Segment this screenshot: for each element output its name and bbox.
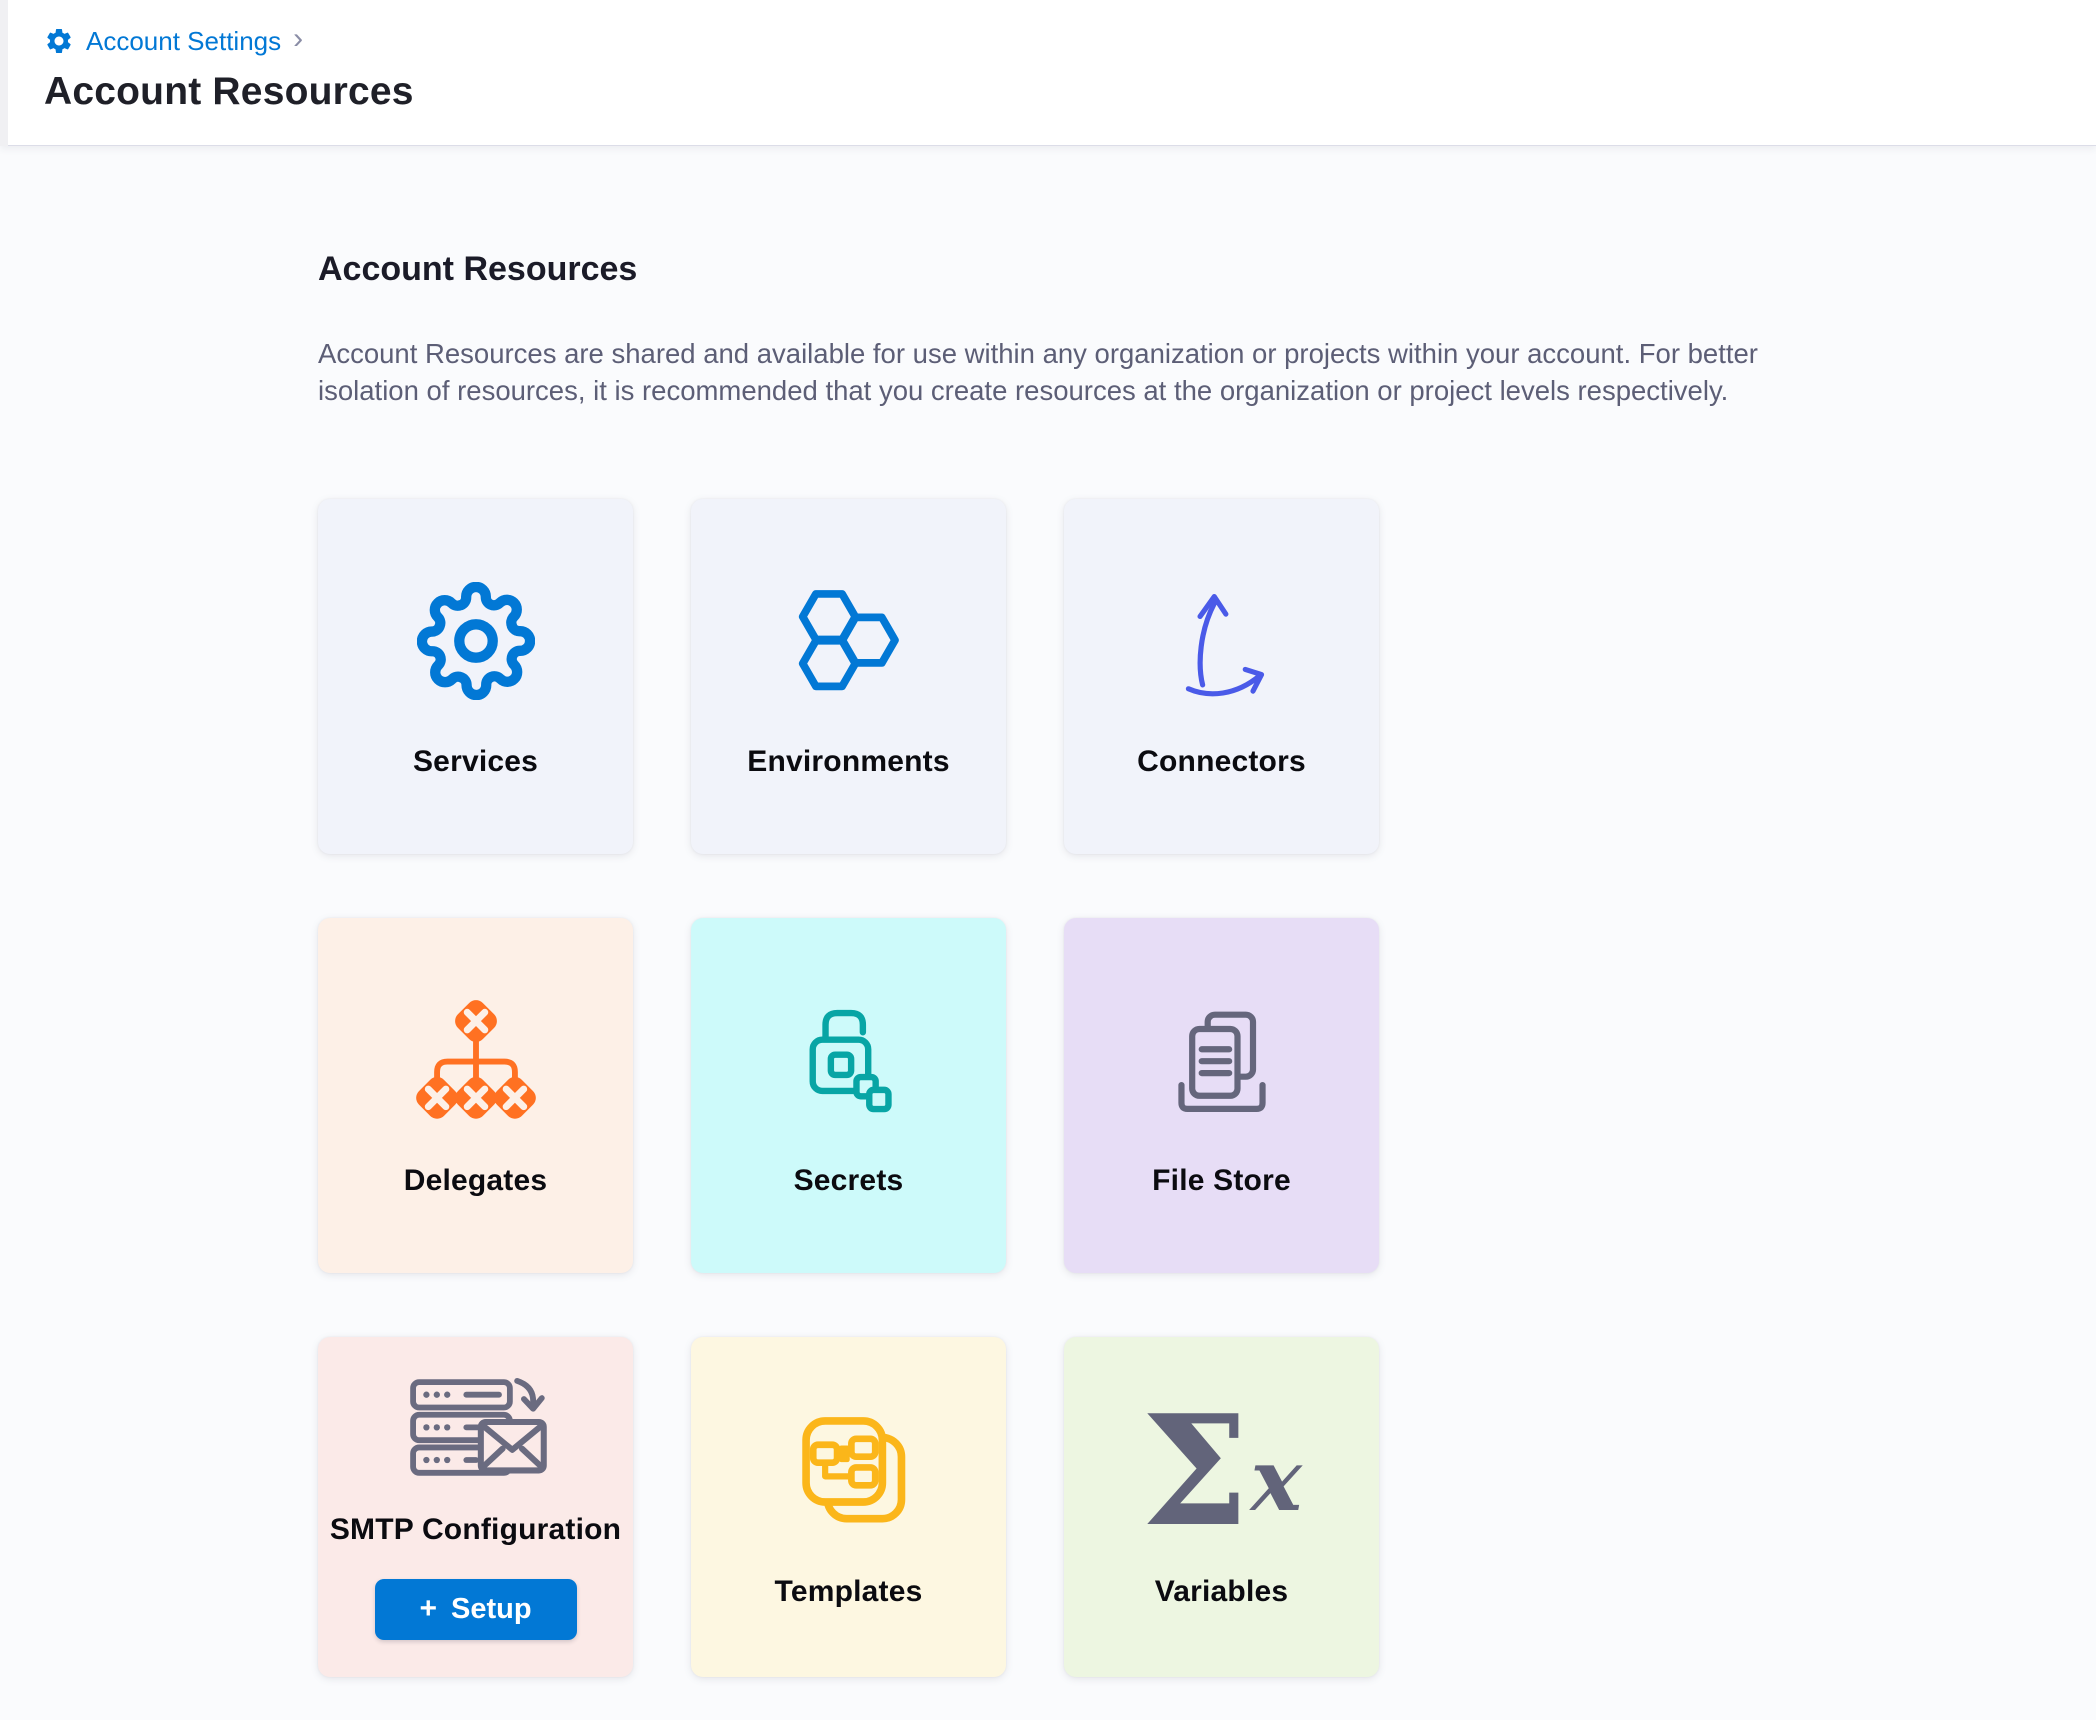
plus-icon: + xyxy=(419,1592,437,1626)
gear-icon xyxy=(417,575,535,707)
page-header: Account Settings › Account Resources xyxy=(0,0,2096,146)
documents-tray-icon xyxy=(1160,994,1284,1126)
breadcrumb: Account Settings › xyxy=(44,26,2096,56)
account-settings-gear-icon xyxy=(44,26,74,56)
card-label: Connectors xyxy=(1137,745,1306,779)
left-edge-strip xyxy=(0,0,8,146)
card-variables[interactable]: Σx Variables xyxy=(1064,1337,1379,1677)
section-description: Account Resources are shared and availab… xyxy=(318,335,1788,409)
sigma-x-icon: Σx xyxy=(1141,1405,1302,1537)
card-label: File Store xyxy=(1152,1164,1291,1198)
card-connectors[interactable]: Connectors xyxy=(1064,499,1379,854)
smtp-setup-button[interactable]: + Setup xyxy=(375,1579,577,1640)
card-file-store[interactable]: File Store xyxy=(1064,918,1379,1273)
templates-stack-icon xyxy=(787,1405,911,1537)
card-label: Variables xyxy=(1155,1575,1289,1609)
card-label: Secrets xyxy=(794,1164,904,1198)
card-services[interactable]: Services xyxy=(318,499,633,854)
card-secrets[interactable]: Secrets xyxy=(691,918,1006,1273)
card-label: Templates xyxy=(775,1575,923,1609)
card-smtp-configuration[interactable]: SMTP Configuration + Setup xyxy=(318,1337,633,1677)
card-label: Delegates xyxy=(404,1164,548,1198)
resource-card-grid: Services Environments xyxy=(318,499,2096,1677)
card-label: SMTP Configuration xyxy=(330,1513,621,1547)
x-glyph: x xyxy=(1251,1438,1302,1524)
delegates-tree-icon xyxy=(412,994,540,1126)
main-content: Account Resources Account Resources are … xyxy=(0,146,2096,1677)
page-title: Account Resources xyxy=(44,70,2096,114)
card-delegates[interactable]: Delegates xyxy=(318,918,633,1273)
connect-arrows-icon xyxy=(1160,575,1284,707)
setup-button-label: Setup xyxy=(451,1593,532,1626)
section-title: Account Resources xyxy=(318,250,2096,289)
breadcrumb-account-settings-link[interactable]: Account Settings xyxy=(86,28,281,54)
card-environments[interactable]: Environments xyxy=(691,499,1006,854)
mail-server-icon xyxy=(401,1375,551,1487)
sigma-glyph: Σ xyxy=(1141,1395,1248,1547)
breadcrumb-separator: › xyxy=(293,24,303,54)
hexagons-icon xyxy=(783,575,915,707)
padlock-chain-icon xyxy=(785,994,913,1126)
card-label: Services xyxy=(413,745,538,779)
card-label: Environments xyxy=(747,745,949,779)
card-templates[interactable]: Templates xyxy=(691,1337,1006,1677)
